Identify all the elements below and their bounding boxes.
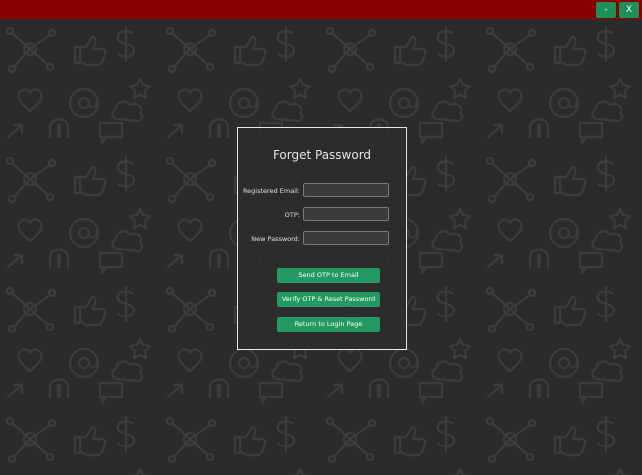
registered-email-input[interactable] [303,183,389,197]
forget-password-panel: Forget Password Registered Email: OTP: N… [237,127,407,350]
window-titlebar[interactable]: - X [0,0,642,19]
return-login-button[interactable]: Return to Login Page [277,317,380,332]
minimize-button[interactable]: - [596,2,616,18]
send-otp-button[interactable]: Send OTP to Email [277,268,380,283]
otp-label: OTP: [284,211,300,219]
close-button[interactable]: X [619,2,639,18]
panel-title: Forget Password [272,148,372,162]
new-password-label: New Password: [251,235,300,243]
registered-email-label: Registered Email: [242,187,300,195]
new-password-input[interactable] [303,231,389,245]
otp-input[interactable] [303,207,389,221]
verify-reset-button[interactable]: Verify OTP & Reset Password [277,292,380,307]
